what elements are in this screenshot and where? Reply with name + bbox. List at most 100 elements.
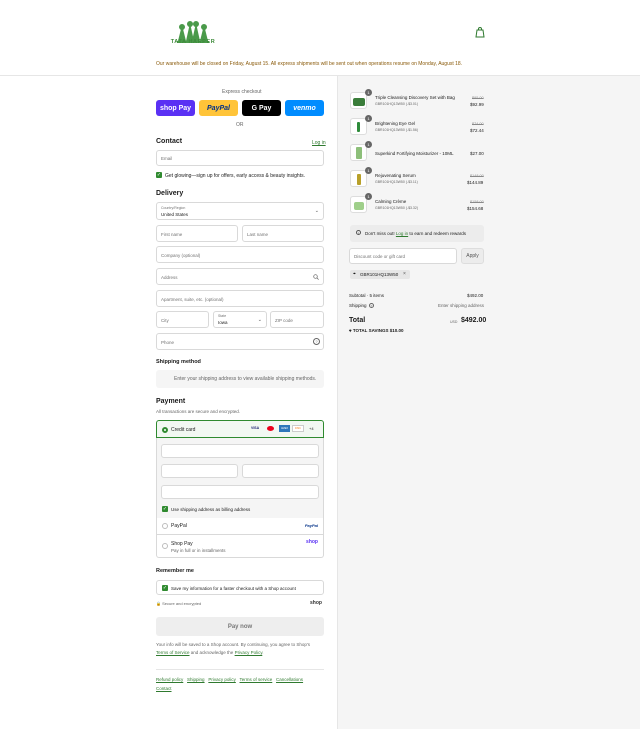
apartment-field[interactable]: Apartment, suite, etc. (optional) — [156, 290, 324, 307]
quantity-badge: 1 — [365, 193, 372, 200]
brand-name: TATA HARPER — [170, 39, 216, 45]
discount-code: GBR101HQ13W50 (-$3.11) — [375, 180, 418, 184]
shop-logo: shop — [306, 539, 318, 545]
venmo-button[interactable]: venmo — [285, 100, 324, 116]
last-name-field[interactable]: Last name — [242, 225, 324, 242]
credit-card-radio[interactable] — [162, 427, 168, 433]
original-price: $74.00 — [472, 122, 484, 126]
product-name: Superkind Fortifying Moisturizer - 10ML — [375, 151, 454, 156]
product-name: Triple Cleansing Discovery Set with Bag — [375, 95, 455, 100]
state-select[interactable]: State Iowa ⌄ — [213, 311, 267, 328]
paypal-logo: PayPal — [304, 523, 318, 528]
pay-now-button[interactable]: Pay now — [156, 617, 324, 636]
help-icon[interactable]: ? — [313, 338, 320, 345]
payment-title: Payment — [156, 398, 186, 405]
footer-link-cancellations[interactable]: Cancellations — [276, 677, 303, 682]
total-savings: ⌖ TOTAL SAVINGS $10.00 — [349, 328, 404, 333]
visa-icon: VISA — [251, 426, 260, 430]
remember-me-option[interactable]: ✓ Save my information for a faster check… — [156, 580, 324, 595]
search-icon — [313, 274, 319, 280]
product-image — [350, 196, 367, 213]
payment-subtitle: All transactions are secure and encrypte… — [156, 409, 241, 414]
apply-button[interactable]: Apply — [461, 248, 484, 264]
tag-icon: ⌖ — [349, 328, 352, 333]
help-icon[interactable]: ? — [369, 303, 374, 308]
footer-link-privacy[interactable]: Privacy policy — [208, 677, 236, 682]
expiry-field[interactable] — [161, 464, 238, 478]
bag-icon[interactable] — [474, 26, 486, 38]
product-image — [350, 144, 367, 161]
quantity-badge: 1 — [365, 167, 372, 174]
quantity-badge: 1 — [365, 141, 372, 148]
remember-me-checkbox[interactable]: ✓ — [162, 585, 168, 591]
footer-link-shipping[interactable]: Shipping — [187, 677, 205, 682]
chevron-down-icon: ⌄ — [314, 208, 319, 214]
applied-discount-tag: ⌖ GBR101HQ13W50 × — [350, 270, 410, 279]
card-number-field[interactable] — [161, 444, 319, 458]
email-field[interactable]: Email — [156, 150, 324, 166]
mastercard-icon: MC — [267, 426, 274, 431]
country-select[interactable]: Country/Region United States ⌄ — [156, 202, 324, 220]
delivery-title: Delivery — [156, 190, 184, 197]
shop-pay-button[interactable]: shop Pay — [156, 100, 195, 116]
info-icon: i — [356, 230, 361, 235]
company-field[interactable]: Company (optional) — [156, 246, 324, 263]
product-image — [350, 170, 367, 187]
phone-field[interactable]: Phone ? — [156, 333, 324, 350]
legal-text: Your info will be saved to a Shop accoun… — [156, 642, 311, 655]
remove-discount-icon[interactable]: × — [403, 271, 406, 277]
item-price: $92.99 — [470, 102, 484, 107]
product-name: Rejuvenating Serum — [375, 173, 416, 178]
product-image — [350, 92, 367, 109]
security-code-field[interactable] — [242, 464, 319, 478]
paypal-option[interactable]: PayPal PayPal — [156, 518, 324, 535]
footer-link-terms[interactable]: Terms of service — [240, 677, 273, 682]
newsletter-checkbox[interactable]: ✓ — [156, 172, 162, 178]
subtotal-value: $492.00 — [467, 293, 484, 298]
quantity-badge: 1 — [365, 115, 372, 122]
privacy-link[interactable]: Privacy Policy — [235, 650, 263, 655]
total-value: $492.00 — [461, 317, 487, 324]
chevron-down-icon: ⌄ — [257, 317, 262, 323]
express-checkout-title: Express checkout — [222, 89, 262, 95]
rewards-login-link[interactable]: Log in — [396, 231, 408, 236]
item-price: $144.89 — [467, 180, 484, 185]
original-price: $148.00 — [470, 174, 484, 178]
billing-same-checkbox[interactable]: ✓ — [162, 506, 168, 512]
newsletter-label: Get glowing—sign up for offers, early ac… — [165, 173, 305, 179]
zip-field[interactable]: ZIP code — [270, 311, 324, 328]
terms-link[interactable]: Terms of Service — [156, 650, 190, 655]
secure-note: 🔒 Secure and encrypted — [156, 601, 202, 606]
first-name-field[interactable]: First name — [156, 225, 238, 242]
notice-banner: Our warehouse will be closed on Friday, … — [156, 61, 463, 67]
discount-code: GBR101HQ13W50 (-$3.32) — [375, 206, 418, 210]
footer-link-contact[interactable]: Contact — [156, 686, 172, 691]
header: TATA HARPER Our warehouse will be closed… — [0, 0, 640, 76]
discover-icon: DISC — [292, 425, 304, 432]
discount-code-field[interactable]: Discount code or gift card — [349, 248, 457, 264]
discount-code: GBR101HQ13W50 (-$3.01) — [375, 102, 418, 106]
paypal-radio[interactable] — [162, 523, 168, 529]
shipping-value: Enter shipping address — [438, 303, 485, 308]
footer-link-refund[interactable]: Refund policy — [156, 677, 183, 682]
paypal-button[interactable]: PayPal — [199, 100, 238, 116]
item-price: $72.44 — [470, 128, 484, 133]
login-link[interactable]: Log in — [312, 140, 326, 146]
city-field[interactable]: City — [156, 311, 209, 328]
product-name: Brightening Eye Gel — [375, 121, 416, 126]
contact-title: Contact — [156, 138, 183, 145]
credit-card-option[interactable]: Credit card VISA MC AMEX DISC +4 — [156, 420, 324, 438]
shop-pay-option[interactable]: Shop Pay Pay in full or in installments … — [156, 535, 324, 558]
shipping-label: Shipping — [349, 303, 367, 308]
original-price: $95.00 — [472, 96, 484, 100]
footer-links: Refund policy Shipping Privacy policy Te… — [156, 675, 324, 693]
item-price: $154.68 — [467, 206, 484, 211]
address-field[interactable]: Address — [156, 268, 324, 285]
currency-code: USD — [450, 320, 458, 324]
google-pay-button[interactable]: G Pay — [242, 100, 281, 116]
discount-code: GBR101HQ13W50 (-$1.56) — [375, 128, 418, 132]
shop-pay-radio[interactable] — [162, 543, 168, 549]
name-on-card-field[interactable] — [161, 485, 319, 499]
shop-logo-small: shop — [310, 600, 322, 606]
amex-icon: AMEX — [279, 425, 290, 432]
